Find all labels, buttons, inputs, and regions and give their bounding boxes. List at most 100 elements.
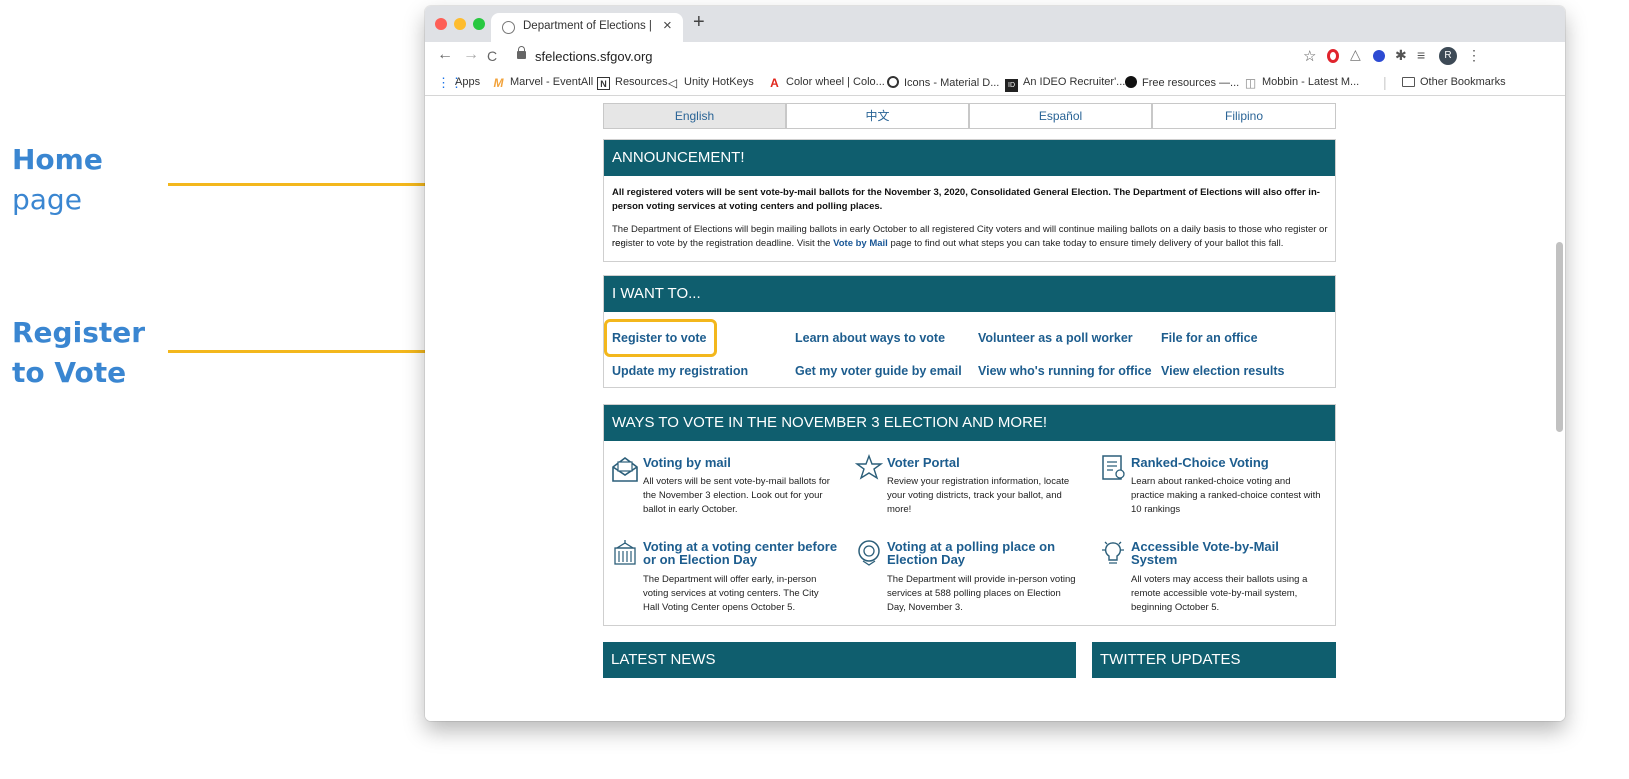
minimize-window-button[interactable] (454, 18, 466, 30)
bookmark-ideo[interactable]: ID An IDEO Recruiter'... (1005, 76, 1125, 92)
bookmark-mobbin[interactable]: ◫ Mobbin - Latest M... (1244, 76, 1359, 90)
polling-place-desc: The Department will provide in-person vo… (887, 573, 1076, 615)
ranked-choice-title[interactable]: Ranked-Choice Voting (1131, 456, 1269, 469)
desc-line: The Department will offer early, in-pers… (643, 574, 817, 585)
announcement-body-line-2: register to vote by the registration dea… (612, 237, 1332, 251)
bookmark-color-wheel[interactable]: A Color wheel | Colo... (768, 76, 885, 90)
annotation-bold-text-2: to Vote (12, 356, 127, 389)
desc-line: Day, November 3. (887, 602, 963, 613)
lang-tab-english[interactable]: English (603, 103, 786, 129)
update-registration-link[interactable]: Update my registration (612, 364, 748, 378)
bookmark-label: Resources (615, 76, 668, 88)
volunteer-poll-worker-link[interactable]: Volunteer as a poll worker (978, 331, 1133, 345)
desc-line: Review your registration information, lo… (887, 476, 1070, 487)
tab-bar: Department of Elections | × + (425, 6, 1565, 42)
url-field[interactable]: sfelections.sfgov.org (511, 45, 1401, 69)
bookmark-label: Unity HotKeys (684, 76, 754, 88)
announcement-panel: ANNOUNCEMENT! All registered voters will… (603, 139, 1336, 262)
announcement-bold-line-1: All registered voters will be sent vote-… (612, 187, 1320, 198)
scrollbar[interactable] (1556, 242, 1563, 432)
desc-line: practice making a ranked-choice contest … (1131, 490, 1321, 501)
tab-close-icon[interactable]: × (663, 17, 672, 34)
close-window-button[interactable] (435, 18, 447, 30)
view-running-for-office-link[interactable]: View who's running for office (978, 364, 1152, 378)
vote-by-mail-link[interactable]: Vote by Mail (833, 238, 888, 249)
desc-line: All voters will be sent vote-by-mail bal… (643, 476, 830, 487)
notion-icon: N (597, 77, 610, 90)
back-icon[interactable]: ← (437, 46, 453, 64)
reload-icon[interactable]: C (487, 48, 497, 64)
unity-icon: ◁ (667, 76, 678, 90)
bookmark-label: Apps (455, 76, 481, 88)
bookmark-other[interactable]: Other Bookmarks (1402, 76, 1506, 88)
lock-icon (517, 46, 526, 59)
get-voter-guide-link[interactable]: Get my voter guide by email (795, 364, 962, 378)
view-election-results-link[interactable]: View election results (1161, 364, 1284, 378)
presentation-slide: Home page Register to Vote Department of… (0, 0, 1629, 779)
maximize-window-button[interactable] (473, 18, 485, 30)
browser-menu-icon[interactable]: ⋮ (1467, 47, 1481, 64)
title-line: Election Day (887, 552, 966, 567)
desc-line: ballot in early October. (643, 504, 738, 515)
latest-news-heading: LATEST NEWS (603, 642, 1076, 678)
bookmark-star-icon[interactable]: ☆ (1303, 47, 1316, 65)
voter-portal-title[interactable]: Voter Portal (887, 456, 960, 469)
accessible-vbm-title[interactable]: Accessible Vote-by-Mail System (1131, 540, 1279, 566)
profile-avatar[interactable]: R (1439, 47, 1457, 65)
extension-blue-icon[interactable] (1373, 50, 1385, 62)
twitter-panel: TWITTER UPDATES (1092, 642, 1336, 721)
voting-by-mail-title[interactable]: Voting by mail (643, 456, 731, 469)
lightbulb-icon (1102, 541, 1124, 564)
desc-line: the November 3 election. Look out for yo… (643, 490, 823, 501)
extensions-puzzle-icon[interactable]: ✱ (1395, 47, 1407, 64)
lang-tab-filipino[interactable]: Filipino (1152, 103, 1336, 129)
apps-icon: ⋮⋮ (437, 75, 463, 90)
register-highlight-box (604, 319, 717, 357)
ways-to-vote-panel: WAYS TO VOTE IN THE NOVEMBER 3 ELECTION … (603, 404, 1336, 626)
bookmark-marvel[interactable]: M Marvel - EventAll (492, 76, 594, 90)
bookmark-unity[interactable]: ◁ Unity HotKeys (666, 76, 754, 90)
bookmark-label: An IDEO Recruiter'... (1023, 76, 1126, 88)
voting-center-title[interactable]: Voting at a voting center before or on El… (643, 540, 837, 566)
body-text: register to vote by the registration dea… (612, 238, 834, 249)
lang-tab-chinese[interactable]: 中文 (786, 103, 969, 129)
drive-extension-icon[interactable]: △ (1350, 46, 1361, 63)
new-tab-button[interactable]: + (693, 11, 705, 34)
desc-line: more! (887, 504, 912, 515)
bookmarks-separator: | (1383, 74, 1387, 90)
web-page: English 中文 Español Filipino ANNOUNCEMENT… (425, 97, 1565, 721)
building-icon (614, 540, 636, 565)
bookmark-label: Marvel - EventAll (510, 76, 594, 88)
learn-ways-to-vote-link[interactable]: Learn about ways to vote (795, 331, 945, 345)
file-for-office-link[interactable]: File for an office (1161, 331, 1258, 345)
annotation-register-to-vote: Register to Vote (12, 313, 145, 393)
desc-line: your voting districts, track your ballot… (887, 490, 1062, 501)
browser-tab[interactable]: Department of Elections | × (491, 13, 683, 42)
star-icon (855, 454, 883, 480)
twitter-heading: TWITTER UPDATES (1092, 642, 1336, 678)
bookmark-material-icons[interactable]: Icons - Material D... (887, 76, 999, 89)
bookmark-free-resources[interactable]: Free resources —... (1125, 76, 1239, 89)
envelope-icon (612, 457, 638, 482)
i-want-to-heading: I WANT TO... (604, 276, 1335, 312)
annotation-home-page: Home page (12, 140, 103, 220)
lang-tab-spanish[interactable]: Español (969, 103, 1152, 129)
opera-extension-icon[interactable] (1327, 49, 1339, 63)
desc-line: Learn about ranked-choice voting and (1131, 476, 1291, 487)
bookmark-resources[interactable]: N Resources (597, 76, 668, 90)
forward-icon[interactable]: → (463, 46, 479, 64)
bookmark-apps[interactable]: ⋮⋮Apps (437, 76, 480, 89)
announcement-bold-line-2: person voting services at voting centers… (612, 201, 883, 212)
desc-line: voting services at voting centers. The C… (643, 588, 819, 599)
bookmark-label: Icons - Material D... (904, 77, 1000, 89)
folder-icon (1402, 77, 1415, 87)
bookmark-label: Free resources —... (1142, 77, 1240, 89)
circle-icon (1125, 76, 1137, 88)
latest-news-panel: LATEST NEWS (603, 642, 1076, 721)
accessible-vbm-desc: All voters may access their ballots usin… (1131, 573, 1307, 615)
location-icon (858, 540, 880, 566)
voter-portal-desc: Review your registration information, lo… (887, 475, 1069, 517)
polling-place-title[interactable]: Voting at a polling place on Election Day (887, 540, 1055, 566)
reading-list-icon[interactable]: ≡ (1417, 47, 1425, 63)
desc-line: The Department will provide in-person vo… (887, 574, 1076, 585)
